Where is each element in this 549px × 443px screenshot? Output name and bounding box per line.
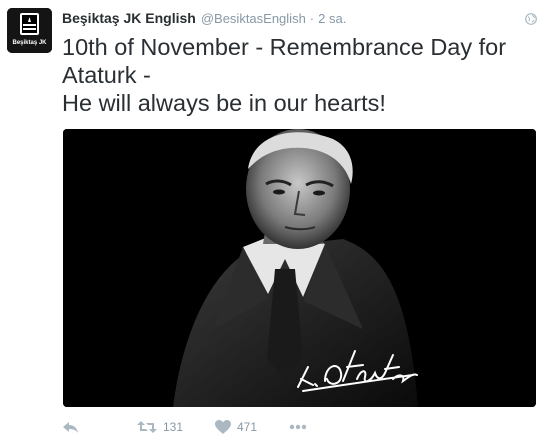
tweet-text-line: He will always be in our hearts!	[62, 90, 386, 116]
retweet-icon	[137, 421, 157, 433]
more-icon	[289, 424, 307, 430]
retweet-count: 131	[163, 420, 184, 434]
tweet-actions: 131 471	[62, 417, 307, 437]
reply-icon	[63, 422, 78, 433]
timestamp[interactable]: 2 sa.	[318, 11, 346, 26]
tweet-header: Beşiktaş JK English @BesiktasEnglish · 2…	[62, 10, 346, 28]
tweet-image[interactable]	[63, 129, 536, 407]
more-button[interactable]	[289, 424, 307, 430]
tweet-text-line: 10th of November - Remembrance Day for	[62, 34, 507, 60]
like-button[interactable]: 471	[215, 420, 289, 434]
avatar-label: Beşiktaş JK	[12, 40, 47, 46]
like-count: 471	[237, 420, 258, 434]
reply-button[interactable]	[62, 420, 137, 434]
heart-icon	[215, 420, 231, 434]
retweet-button[interactable]: 131	[137, 420, 215, 434]
account-name[interactable]: Beşiktaş JK English	[62, 10, 196, 26]
tweet-text: 10th of November - Remembrance Day for A…	[62, 33, 542, 117]
tweet-card[interactable]: Beşiktaş JK Beşiktaş JK English @Besikta…	[0, 0, 549, 443]
avatar[interactable]: Beşiktaş JK	[7, 8, 52, 53]
separator: ·	[309, 11, 315, 26]
tweet-text-line: Ataturk -	[62, 62, 151, 88]
globe-icon	[525, 12, 537, 25]
account-handle[interactable]: @BesiktasEnglish	[201, 11, 306, 26]
